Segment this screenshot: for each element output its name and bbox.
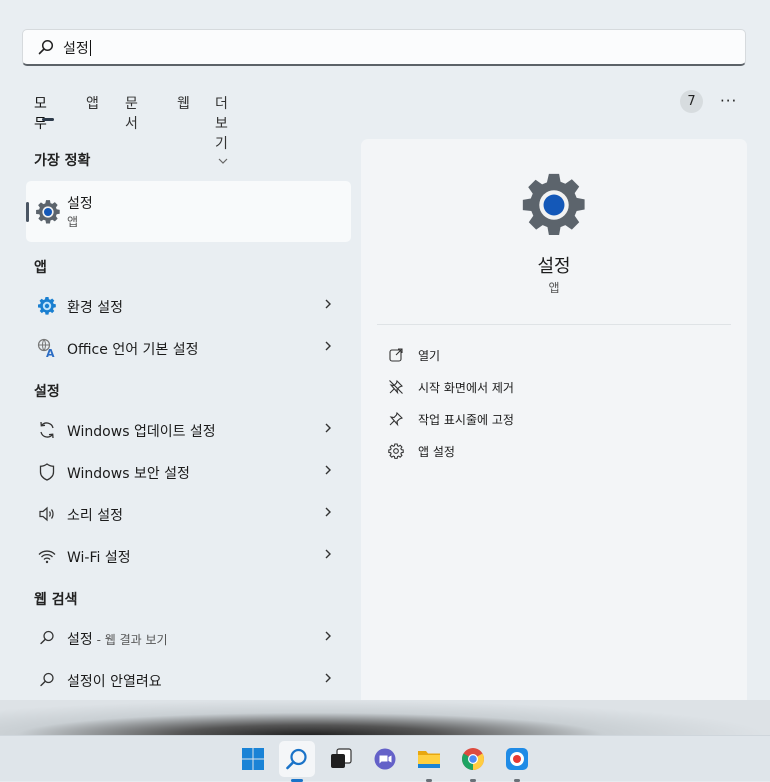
list-item-setting[interactable]: 소리 설정 [26, 496, 351, 532]
section-web-search: 웹 검색 [34, 592, 78, 608]
best-match-name: 설정 [67, 196, 93, 212]
screen-recorder-icon [506, 748, 528, 770]
task-view-button[interactable] [323, 741, 359, 777]
action-open[interactable]: 열기 [388, 344, 688, 368]
action-label: 작업 표시줄에 고정 [418, 413, 514, 427]
section-best-match: 가장 정확 [34, 153, 91, 169]
search-icon [38, 39, 54, 59]
language-icon: A [37, 338, 57, 360]
action-label: 앱 설정 [418, 445, 455, 459]
list-item-label: Windows 보안 설정 [67, 466, 190, 482]
tab-all[interactable]: 모두 [34, 93, 47, 133]
action-pin-taskbar[interactable]: 작업 표시줄에 고정 [388, 408, 688, 432]
chevron-right-icon [325, 423, 331, 433]
speaker-icon [37, 504, 57, 524]
best-match-item[interactable]: 설정 앱 [26, 181, 351, 242]
list-item-label: Office 언어 기본 설정 [67, 342, 199, 358]
list-item-app[interactable]: 환경 설정 [26, 288, 351, 324]
tab-documents[interactable]: 문서 [125, 93, 138, 133]
list-item-label: Windows 업데이트 설정 [67, 424, 216, 440]
search-icon [37, 670, 57, 690]
best-match-type: 앱 [67, 215, 79, 229]
search-icon [37, 628, 57, 648]
preview-title: 설정 [537, 256, 571, 277]
divider [377, 324, 731, 325]
shield-icon [37, 462, 57, 482]
list-item-web[interactable]: 설정 - 웹 결과 보기 [26, 620, 351, 656]
list-item-label: 설정 - 웹 결과 보기 [67, 629, 168, 649]
chevron-right-icon [325, 631, 331, 641]
chrome-icon [462, 748, 484, 770]
list-item-label: Wi-Fi 설정 [67, 550, 131, 566]
chevron-right-icon [325, 299, 331, 309]
svg-text:A: A [46, 347, 55, 358]
web-query: 설정 [67, 632, 93, 648]
tab-apps[interactable]: 앱 [86, 93, 99, 113]
chevron-right-icon [325, 507, 331, 517]
web-suffix: - 웹 결과 보기 [92, 633, 168, 647]
action-app-settings[interactable]: 앱 설정 [388, 440, 688, 464]
selection-accent [26, 202, 29, 222]
sync-icon [37, 420, 57, 440]
gear-icon [388, 443, 404, 463]
control-panel-icon [37, 296, 57, 316]
desktop-wallpaper [0, 700, 770, 740]
start-button[interactable] [235, 741, 271, 777]
tab-more[interactable]: 더 보기 [215, 93, 228, 169]
list-item-app[interactable]: A Office 언어 기본 설정 [26, 330, 351, 366]
action-unpin-start[interactable]: 시작 화면에서 제거 [388, 376, 688, 400]
settings-app-icon [520, 171, 588, 243]
taskbar [0, 735, 770, 782]
section-apps: 앱 [34, 260, 47, 276]
chevron-down-icon [218, 158, 228, 164]
result-count-badge: 7 [680, 90, 703, 113]
section-settings: 설정 [34, 384, 60, 400]
settings-app-icon [35, 199, 61, 229]
start-icon [242, 748, 264, 770]
chevron-right-icon [325, 465, 331, 475]
wifi-icon [37, 546, 57, 566]
chat-icon [374, 748, 396, 770]
taskbar-search-button[interactable] [279, 741, 315, 782]
preview-subtitle: 앱 [548, 281, 560, 295]
unpin-icon [388, 379, 404, 399]
action-label: 시작 화면에서 제거 [418, 381, 514, 395]
action-label: 열기 [418, 349, 441, 363]
search-box[interactable]: 설정 [22, 29, 746, 66]
screen-recorder-button[interactable] [499, 741, 535, 782]
start-search-panel: 설정 모두 앱 문서 웹 더 보기 7 ··· 가장 정확 설정 앱 앱 환경 … [0, 0, 770, 720]
tab-web[interactable]: 웹 [177, 93, 190, 113]
file-explorer-button[interactable] [411, 741, 447, 782]
list-item-label: 소리 설정 [67, 508, 123, 524]
list-item-web[interactable]: 설정이 안열려요 [26, 662, 351, 698]
tab-more-label: 더 보기 [215, 96, 228, 152]
file-explorer-icon [418, 751, 440, 768]
search-input[interactable]: 설정 [63, 38, 91, 58]
preview-pane: 설정 앱 열기 시작 화면에서 제거 작업 표시줄에 고정 앱 설정 [361, 139, 747, 719]
list-item-setting[interactable]: Windows 업데이트 설정 [26, 412, 351, 448]
list-item-label: 환경 설정 [67, 300, 123, 316]
pin-icon [388, 411, 404, 431]
chat-button[interactable] [367, 741, 403, 777]
web-query: 설정이 안열려요 [67, 674, 162, 690]
open-icon [388, 347, 404, 367]
list-item-setting[interactable]: Wi-Fi 설정 [26, 538, 351, 574]
search-icon [286, 748, 307, 770]
list-item-label: 설정이 안열려요 [67, 671, 162, 691]
chevron-right-icon [325, 673, 331, 683]
chevron-right-icon [325, 549, 331, 559]
more-options-button[interactable]: ··· [720, 92, 737, 110]
chevron-right-icon [325, 341, 331, 351]
chrome-button[interactable] [455, 741, 491, 782]
task-view-icon [331, 748, 352, 768]
active-tab-indicator [42, 118, 54, 121]
list-item-setting[interactable]: Windows 보안 설정 [26, 454, 351, 490]
